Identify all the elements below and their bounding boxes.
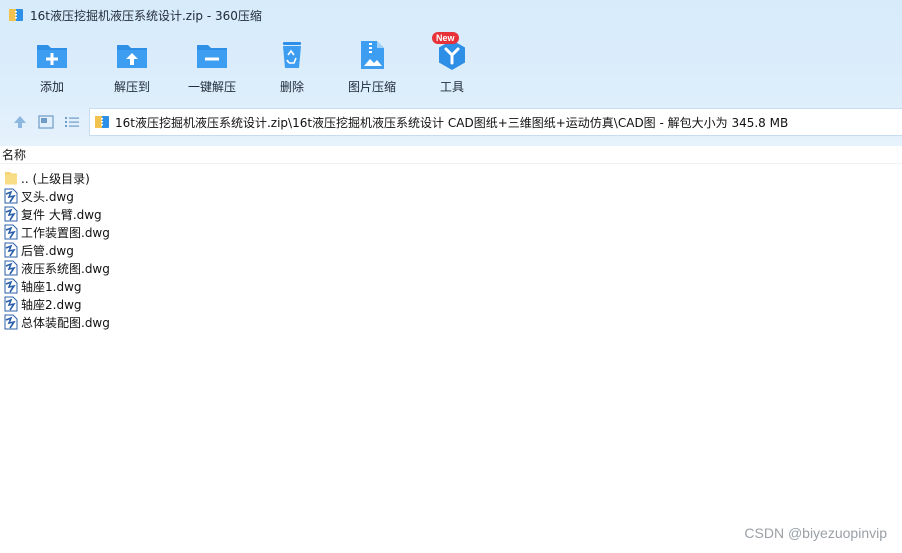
extract-to-label: 解压到 [113, 80, 150, 94]
one-click-extract-label: 一键解压 [187, 80, 236, 94]
dwg-file-icon [4, 278, 18, 294]
new-badge: New [432, 32, 459, 44]
address-bar[interactable]: 16t液压挖掘机液压系统设计.zip\16t液压挖掘机液压系统设计 CAD图纸+… [89, 108, 902, 136]
tools-button[interactable]: New 工具 [412, 32, 492, 98]
list-item[interactable]: 复件 大臂.dwg [0, 205, 902, 223]
dwg-file-icon [4, 242, 18, 258]
window-chrome: 16t液压挖掘机液压系统设计.zip - 360压缩 添加 解压到 一键解压 删… [0, 0, 902, 146]
add-label: 添加 [39, 80, 64, 94]
recycle-bin-icon [283, 42, 301, 68]
one-click-extract-button[interactable]: 一键解压 [172, 38, 252, 98]
list-item[interactable]: 轴座1.dwg [0, 277, 902, 295]
list-item-label: 轴座1.dwg [21, 279, 82, 294]
list-item-label: 叉头.dwg [21, 189, 74, 204]
column-header-name[interactable]: 名称 [0, 146, 902, 164]
add-folder-icon [37, 45, 67, 68]
tools-label: 工具 [439, 80, 464, 94]
toolbar: 添加 解压到 一键解压 删除 图片压缩 New 工具 [0, 32, 902, 98]
list-item-label: 后管.dwg [21, 243, 74, 258]
dwg-file-icon [4, 314, 18, 330]
thumbnail-view-icon[interactable] [37, 113, 55, 131]
current-path: 16t液压挖掘机液压系统设计.zip\16t液压挖掘机液压系统设计 CAD图纸+… [115, 115, 789, 130]
list-item[interactable]: 液压系统图.dwg [0, 259, 902, 277]
image-compress-button[interactable]: 图片压缩 [332, 38, 412, 98]
delete-label: 删除 [279, 80, 304, 94]
image-compress-icon [361, 41, 384, 69]
list-item-label: .. (上级目录) [21, 171, 90, 186]
dwg-file-icon [4, 296, 18, 312]
dwg-file-icon [4, 206, 18, 222]
add-button[interactable]: 添加 [12, 38, 92, 98]
column-name-label: 名称 [2, 148, 27, 162]
dwg-file-icon [4, 188, 18, 204]
file-list: .. (上级目录) 叉头.dwg 复件 大臂.dwg 工作装置图.dwg 后管.… [0, 169, 902, 331]
folder-icon [5, 172, 17, 185]
delete-button[interactable]: 删除 [252, 38, 332, 98]
list-item-label: 轴座2.dwg [21, 297, 82, 312]
list-item-label: 液压系统图.dwg [21, 261, 110, 276]
image-compress-label: 图片压缩 [347, 80, 396, 94]
list-item-parent-directory[interactable]: .. (上级目录) [0, 169, 902, 187]
dwg-file-icon [4, 224, 18, 240]
one-click-extract-icon [197, 45, 227, 68]
list-item[interactable]: 叉头.dwg [0, 187, 902, 205]
watermark-text: CSDN @biyezuopinvip [744, 525, 887, 541]
list-item-label: 复件 大臂.dwg [21, 207, 102, 222]
navigation-bar: 16t液压挖掘机液压系统设计.zip\16t液压挖掘机液压系统设计 CAD图纸+… [0, 108, 902, 136]
window-title: 16t液压挖掘机液压系统设计.zip - 360压缩 [30, 8, 262, 23]
dwg-file-icon [4, 260, 18, 276]
list-item-label: 总体装配图.dwg [21, 315, 110, 330]
list-item[interactable]: 工作装置图.dwg [0, 223, 902, 241]
list-view-icon[interactable] [63, 113, 81, 131]
up-arrow-icon[interactable] [11, 113, 29, 131]
title-bar: 16t液压挖掘机液压系统设计.zip - 360压缩 [0, 0, 902, 30]
list-item-label: 工作装置图.dwg [21, 225, 110, 240]
zip-archive-icon [95, 116, 109, 128]
list-item[interactable]: 总体装配图.dwg [0, 313, 902, 331]
zip-archive-icon [9, 9, 23, 21]
extract-to-button[interactable]: 解压到 [92, 38, 172, 98]
extract-folder-icon [117, 45, 147, 68]
list-item[interactable]: 轴座2.dwg [0, 295, 902, 313]
list-item[interactable]: 后管.dwg [0, 241, 902, 259]
